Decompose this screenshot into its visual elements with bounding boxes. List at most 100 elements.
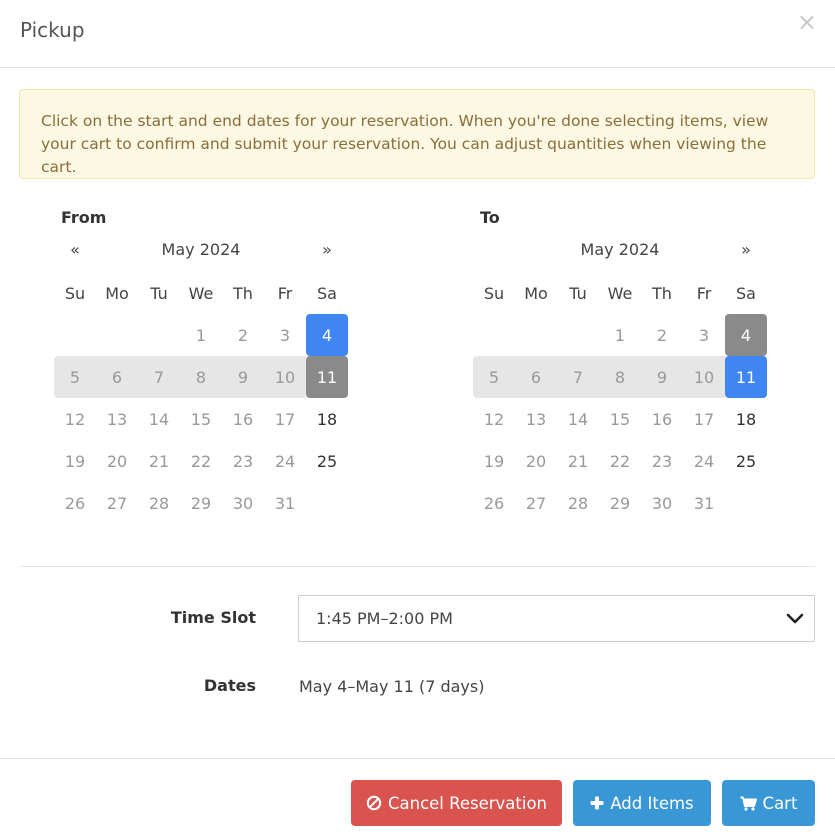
calendar-day[interactable]: 25 (306, 440, 348, 482)
calendar-day[interactable]: 8 (180, 356, 222, 398)
calendar-day[interactable]: 12 (473, 398, 515, 440)
calendar-day[interactable]: 9 (222, 356, 264, 398)
calendar-day[interactable]: 3 (683, 314, 725, 356)
calendar-empty-cell (515, 314, 557, 356)
calendar-day[interactable]: 6 (96, 356, 138, 398)
calendar-day[interactable]: 24 (264, 440, 306, 482)
calendar-day[interactable]: 20 (515, 440, 557, 482)
next-month-button[interactable]: » (306, 240, 348, 259)
weekday-header: Mo (524, 283, 548, 303)
calendar-day-end[interactable]: 11 (306, 356, 348, 398)
calendar-day[interactable]: 26 (54, 482, 96, 524)
calendar-day[interactable]: 18 (306, 398, 348, 440)
calendar-day[interactable]: 30 (641, 482, 683, 524)
calendar-day[interactable]: 28 (138, 482, 180, 524)
calendar-day[interactable]: 19 (473, 440, 515, 482)
calendar-day[interactable]: 3 (264, 314, 306, 356)
calendar-day[interactable]: 25 (725, 440, 767, 482)
calendar-day[interactable]: 16 (641, 398, 683, 440)
time-slot-value: 1:45 PM–2:00 PM (316, 609, 453, 628)
calendar-week-row: 5 6 7 8 9 10 11 (54, 356, 348, 398)
add-items-button[interactable]: Add Items (573, 780, 711, 826)
calendar-day[interactable]: 18 (725, 398, 767, 440)
calendar-day[interactable]: 2 (641, 314, 683, 356)
calendar-empty-cell (557, 314, 599, 356)
calendar-day[interactable]: 7 (138, 356, 180, 398)
calendar-week-row: 19 20 21 22 23 24 25 (54, 440, 348, 482)
modal-title: Pickup (20, 18, 85, 42)
from-calendar-nav: « May 2024 » (54, 240, 348, 262)
chevron-down-icon (786, 613, 804, 624)
calendar-day-end[interactable]: 11 (725, 356, 767, 398)
calendar-day[interactable]: 1 (180, 314, 222, 356)
time-slot-select[interactable]: 1:45 PM–2:00 PM (298, 595, 815, 642)
calendar-day[interactable]: 24 (683, 440, 725, 482)
calendar-week-row: 19 20 21 22 23 24 25 (473, 440, 767, 482)
next-month-button[interactable]: » (725, 240, 767, 259)
weekday-header: Fr (696, 283, 712, 303)
calendar-day[interactable]: 27 (515, 482, 557, 524)
calendar-day[interactable]: 28 (557, 482, 599, 524)
cart-button[interactable]: Cart (722, 780, 815, 826)
weekday-header: Tu (569, 283, 587, 303)
weekday-header: Su (483, 283, 505, 303)
calendar-week-row: 5 6 7 8 9 10 11 (473, 356, 767, 398)
calendar-week-row: 12 13 14 15 16 17 18 (473, 398, 767, 440)
dates-value: May 4–May 11 (7 days) (299, 677, 485, 696)
calendar-day[interactable]: 17 (264, 398, 306, 440)
calendar-day[interactable]: 7 (557, 356, 599, 398)
calendar-day[interactable]: 12 (54, 398, 96, 440)
dates-label: Dates (203, 676, 256, 695)
calendar-day[interactable]: 10 (264, 356, 306, 398)
calendar-day[interactable]: 29 (180, 482, 222, 524)
calendar-day[interactable]: 13 (515, 398, 557, 440)
prev-month-button[interactable]: « (54, 240, 96, 259)
calendar-day[interactable]: 31 (683, 482, 725, 524)
close-icon[interactable]: × (797, 8, 817, 36)
calendar-day[interactable]: 5 (54, 356, 96, 398)
calendar-day[interactable]: 14 (557, 398, 599, 440)
cancel-reservation-label: Cancel Reservation (387, 793, 548, 813)
month-title[interactable]: May 2024 (138, 240, 264, 259)
ban-icon (366, 795, 382, 811)
calendar-day[interactable]: 23 (641, 440, 683, 482)
calendar-day[interactable]: 17 (683, 398, 725, 440)
calendar-day[interactable]: 13 (96, 398, 138, 440)
calendar-day[interactable]: 10 (683, 356, 725, 398)
calendar-day[interactable]: 22 (599, 440, 641, 482)
calendar-day[interactable]: 27 (96, 482, 138, 524)
calendar-day[interactable]: 31 (264, 482, 306, 524)
to-calendar-nav: May 2024 » (473, 240, 767, 262)
calendar-day[interactable]: 21 (138, 440, 180, 482)
calendar-day[interactable]: 23 (222, 440, 264, 482)
cancel-reservation-button[interactable]: Cancel Reservation (351, 780, 562, 826)
weekday-header: Fr (277, 283, 293, 303)
cart-icon (740, 796, 757, 811)
calendar-day[interactable]: 5 (473, 356, 515, 398)
calendar-day[interactable]: 2 (222, 314, 264, 356)
weekday-header: Su (64, 283, 86, 303)
calendar-day[interactable]: 26 (473, 482, 515, 524)
calendar-day[interactable]: 21 (557, 440, 599, 482)
calendar-empty-cell (138, 314, 180, 356)
calendar-day[interactable]: 1 (599, 314, 641, 356)
calendar-day[interactable]: 15 (599, 398, 641, 440)
calendar-day[interactable]: 22 (180, 440, 222, 482)
calendar-day[interactable]: 29 (599, 482, 641, 524)
calendar-day-start[interactable]: 4 (725, 314, 767, 356)
time-slot-label: Time Slot (170, 608, 256, 627)
weekday-header: We (188, 283, 214, 303)
calendar-day[interactable]: 15 (180, 398, 222, 440)
month-title[interactable]: May 2024 (557, 240, 683, 259)
calendar-empty-cell (473, 314, 515, 356)
calendar-day[interactable]: 6 (515, 356, 557, 398)
calendar-day[interactable]: 8 (599, 356, 641, 398)
calendar-day[interactable]: 20 (96, 440, 138, 482)
calendar-day-start[interactable]: 4 (306, 314, 348, 356)
calendar-day[interactable]: 14 (138, 398, 180, 440)
calendar-day[interactable]: 19 (54, 440, 96, 482)
plus-icon (590, 796, 604, 810)
calendar-day[interactable]: 9 (641, 356, 683, 398)
calendar-day[interactable]: 16 (222, 398, 264, 440)
calendar-day[interactable]: 30 (222, 482, 264, 524)
